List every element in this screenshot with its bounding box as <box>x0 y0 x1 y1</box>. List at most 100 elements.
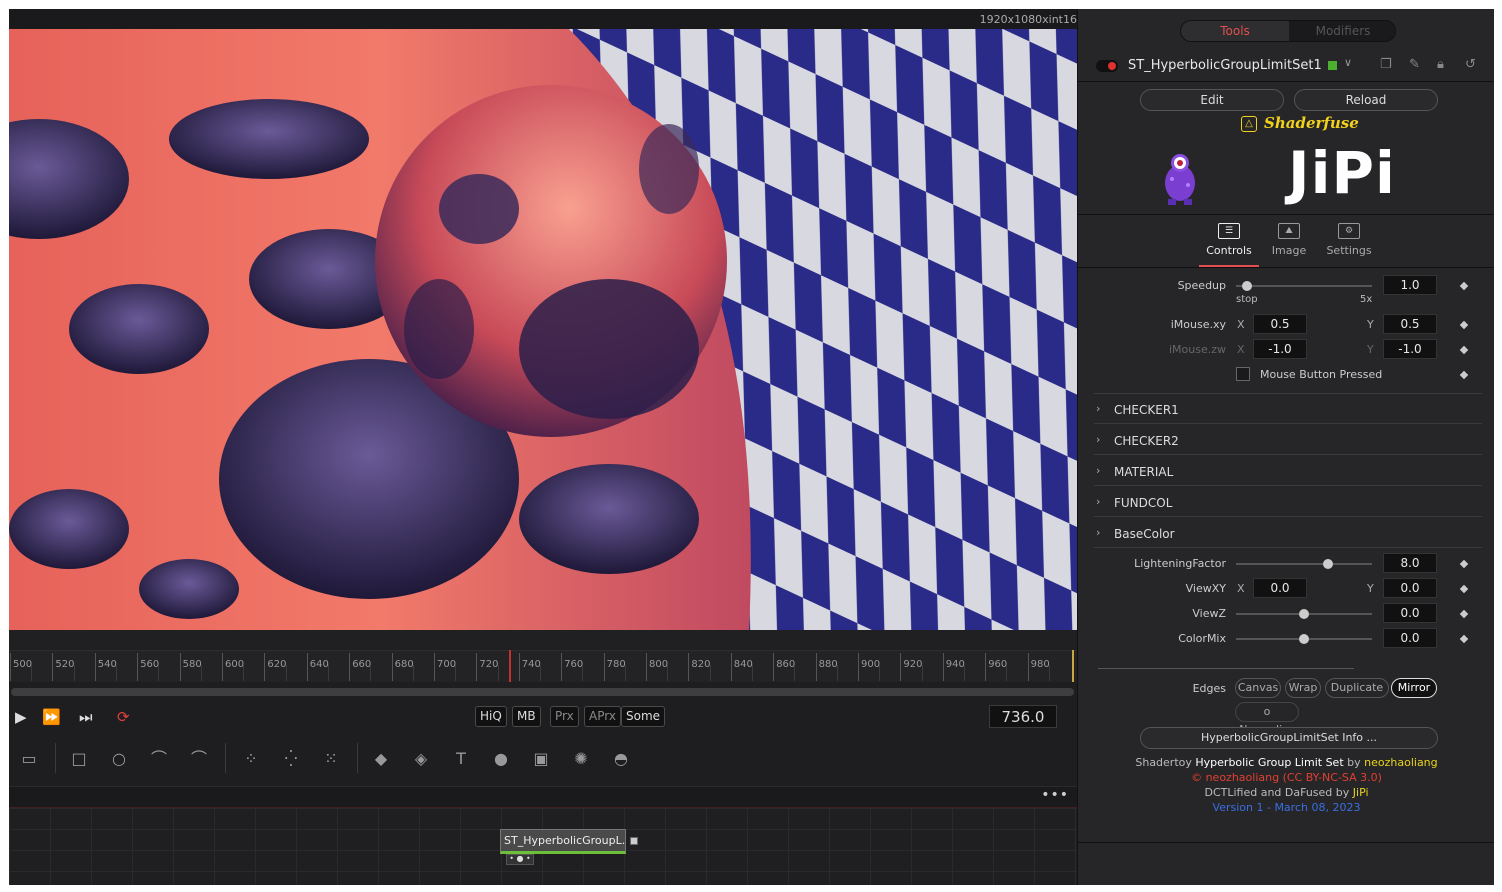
versions-icon[interactable]: ❐ <box>1380 57 1392 72</box>
speedup-value[interactable]: 1.0 <box>1383 275 1437 295</box>
reset-icon[interactable]: ↺ <box>1465 57 1476 72</box>
section-fundcol[interactable]: › FUNDCOL <box>1094 487 1482 517</box>
loop-icon[interactable]: ⟳ <box>117 708 130 726</box>
light-3d-icon[interactable]: ✺ <box>567 745 595 773</box>
rectangle-tool-icon[interactable]: □ <box>65 745 93 773</box>
skip-end-icon[interactable]: ⏭ <box>79 708 93 726</box>
hiq-button[interactable]: HiQ <box>475 706 507 727</box>
pin-icon[interactable]: ✎ <box>1409 57 1420 72</box>
mouse-button-checkbox[interactable] <box>1236 367 1250 381</box>
colormix-value[interactable]: 0.0 <box>1383 628 1437 648</box>
section-checker2[interactable]: › CHECKER2 <box>1094 425 1482 455</box>
current-frame-field[interactable]: 736.0 <box>989 705 1057 728</box>
edges-canvas-button[interactable]: Canvas <box>1235 678 1281 698</box>
ruler-minor-tick <box>964 665 965 681</box>
section-basecolor[interactable]: › BaseColor <box>1094 518 1482 548</box>
camera-3d-icon[interactable]: ▣ <box>527 745 555 773</box>
merge-3d-icon[interactable]: ● <box>487 745 515 773</box>
node-editor[interactable]: ST_HyperbolicGroupL... • ● • <box>9 808 1077 885</box>
particle-emitter-icon[interactable]: ⁘ <box>237 745 265 773</box>
edges-wrap-button[interactable]: Wrap <box>1285 678 1321 698</box>
shaderfuse-label: Shaderfuse <box>1264 114 1359 132</box>
credit-author-link[interactable]: neozhaoliang <box>1364 756 1438 769</box>
ruler-tick-label: 780 <box>603 653 626 681</box>
credit-shader-name[interactable]: Hyperbolic Group Limit Set <box>1195 756 1343 769</box>
node-output-port[interactable] <box>630 837 638 845</box>
edges-duplicate-button[interactable]: Duplicate <box>1325 678 1389 698</box>
tab-image[interactable]: ⛰ Image <box>1259 223 1319 257</box>
edges-mirror-button[interactable]: Mirror <box>1391 678 1437 698</box>
keyframe-icon[interactable] <box>1459 559 1469 569</box>
keyframe-icon[interactable] <box>1459 634 1469 644</box>
particle-render-icon[interactable]: ⁛ <box>277 745 305 773</box>
viewz-slider[interactable] <box>1236 609 1372 619</box>
tab-controls[interactable]: ☰ Controls <box>1199 223 1259 257</box>
lock-icon[interactable]: 🔒︎ <box>1437 57 1444 72</box>
lightening-slider-handle[interactable] <box>1323 559 1334 569</box>
lightening-factor-slider[interactable] <box>1236 559 1372 569</box>
ellipse-tool-icon[interactable]: ○ <box>105 745 133 773</box>
imouse-z-value[interactable]: -1.0 <box>1253 339 1307 359</box>
keyframe-icon[interactable] <box>1459 345 1469 355</box>
playhead[interactable] <box>509 650 511 682</box>
some-button[interactable]: Some <box>621 706 666 727</box>
keyframe-icon[interactable] <box>1459 370 1469 380</box>
speedup-slider[interactable] <box>1236 281 1372 291</box>
more-options-icon[interactable]: ••• <box>1041 787 1069 803</box>
timeline-scrollbar[interactable] <box>11 688 1074 696</box>
reload-button[interactable]: Reload <box>1294 89 1438 111</box>
prx-button[interactable]: Prx <box>550 706 579 727</box>
info-button[interactable]: HyperbolicGroupLimitSet Info ... <box>1140 727 1438 749</box>
ruler-minor-tick <box>73 665 75 681</box>
imouse-zw-y-label: Y <box>1367 343 1374 356</box>
viewxy-y-value[interactable]: 0.0 <box>1383 578 1437 598</box>
speedup-slider-handle[interactable] <box>1241 281 1252 291</box>
text-3d-icon[interactable]: T <box>447 745 475 773</box>
ruler-minor-tick <box>582 665 584 681</box>
keyframe-icon[interactable] <box>1459 609 1469 619</box>
imouse-w-value[interactable]: -1.0 <box>1383 339 1437 359</box>
colormix-slider[interactable] <box>1236 634 1372 644</box>
mb-button[interactable]: MB <box>512 706 541 727</box>
tab-modifiers[interactable]: Modifiers <box>1289 21 1395 41</box>
fast-forward-icon[interactable]: ⏩ <box>42 708 61 726</box>
credits-line-2: © neozhaoliang (CC BY-NC-SA 3.0) <box>1191 771 1382 784</box>
viewxy-x-value[interactable]: 0.0 <box>1253 578 1307 598</box>
node-input-port[interactable]: • ● • <box>506 854 534 865</box>
time-ruler[interactable]: 500 520 540 560 580 600 620 640 660 680 700 720 740 7… <box>9 650 1077 682</box>
tab-tools[interactable]: Tools <box>1181 21 1289 41</box>
normalize-toggle[interactable]: o Normalize <box>1235 702 1299 736</box>
render-end-marker[interactable] <box>1072 650 1074 682</box>
shape-3d-icon[interactable]: ◈ <box>407 745 435 773</box>
chevron-down-icon[interactable]: ∨ <box>1344 56 1352 69</box>
viewz-value[interactable]: 0.0 <box>1383 603 1437 623</box>
credit-jipi-link[interactable]: JiPi <box>1353 786 1369 799</box>
shader-node[interactable]: ST_HyperbolicGroupL... <box>500 829 626 854</box>
particle-merge-icon[interactable]: ⁙ <box>317 745 345 773</box>
imouse-x-value[interactable]: 0.5 <box>1253 314 1307 334</box>
tool-color-chip[interactable] <box>1328 61 1337 70</box>
tab-settings-label: Settings <box>1326 244 1372 257</box>
edit-button[interactable]: Edit <box>1140 89 1284 111</box>
lightening-factor-value[interactable]: 8.0 <box>1383 553 1437 573</box>
keyframe-icon[interactable] <box>1459 584 1469 594</box>
tab-image-label: Image <box>1271 244 1307 257</box>
image-plane-3d-icon[interactable]: ◆ <box>367 745 395 773</box>
aprx-button[interactable]: APrx <box>584 706 621 727</box>
play-icon[interactable]: ▶ <box>15 708 27 726</box>
tab-settings[interactable]: ⚙ Settings <box>1319 223 1379 257</box>
bspline-tool-icon[interactable]: ⌒ <box>185 745 213 773</box>
section-checker1[interactable]: › CHECKER1 <box>1094 394 1482 424</box>
colormix-slider-handle[interactable] <box>1299 634 1309 644</box>
renderer-3d-icon[interactable]: ◓ <box>607 745 635 773</box>
tool-enable-toggle[interactable] <box>1096 60 1118 72</box>
keyframe-icon[interactable] <box>1459 281 1469 291</box>
polygon-tool-icon[interactable]: ⌒ <box>145 745 173 773</box>
background-tool-icon[interactable]: ▭ <box>15 745 43 773</box>
imouse-y-value[interactable]: 0.5 <box>1383 314 1437 334</box>
credits-version[interactable]: Version 1 - March 08, 2023 <box>1078 801 1494 814</box>
keyframe-icon[interactable] <box>1459 320 1469 330</box>
section-material[interactable]: › MATERIAL <box>1094 456 1482 486</box>
viewz-slider-handle[interactable] <box>1299 609 1309 619</box>
viewer-image[interactable] <box>9 29 1077 630</box>
